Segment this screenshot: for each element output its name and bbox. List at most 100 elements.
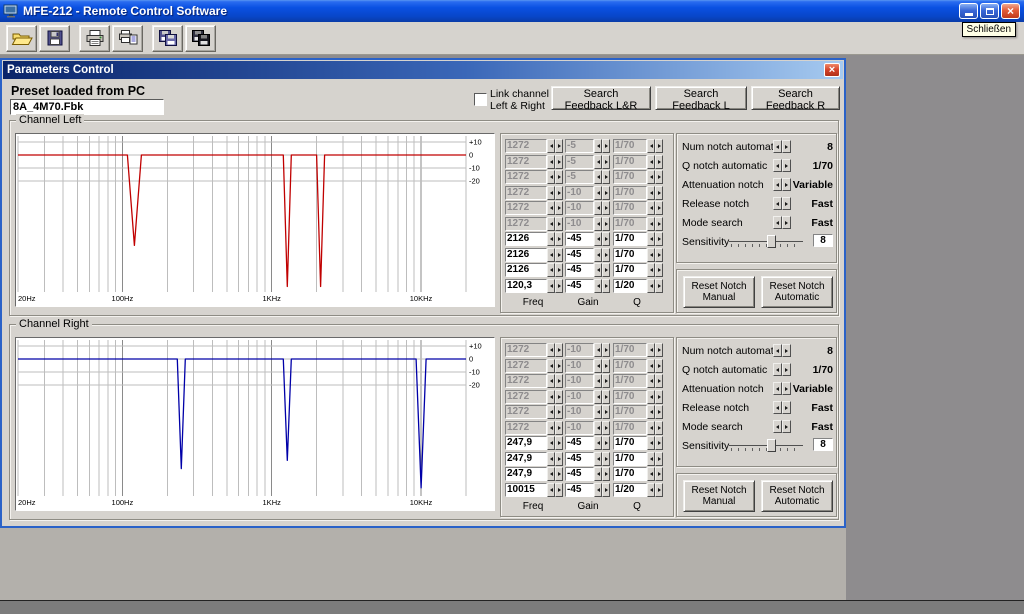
freq-field[interactable]: 1272: [505, 217, 547, 231]
q-field[interactable]: 1/70: [613, 217, 647, 231]
param-spin-up-button[interactable]: [782, 159, 791, 172]
q-field[interactable]: 1/70: [613, 436, 647, 450]
param-spin-up-button[interactable]: [782, 363, 791, 376]
q-field[interactable]: 1/70: [613, 263, 647, 277]
gain-field[interactable]: -45: [565, 436, 594, 450]
param-spin-down-button[interactable]: [773, 216, 782, 229]
freq-spin-up-button[interactable]: [555, 201, 563, 215]
freq-field[interactable]: 1272: [505, 405, 547, 419]
freq-field[interactable]: 1272: [505, 170, 547, 184]
q-spin-down-button[interactable]: [647, 436, 655, 450]
param-spin-up-button[interactable]: [782, 197, 791, 210]
param-spin-up-button[interactable]: [782, 382, 791, 395]
freq-spin-down-button[interactable]: [547, 139, 555, 153]
gain-field[interactable]: -10: [565, 421, 594, 435]
q-spin-down-button[interactable]: [647, 374, 655, 388]
param-spin-up-button[interactable]: [782, 344, 791, 357]
param-spin-down-button[interactable]: [773, 420, 782, 433]
q-field[interactable]: 1/20: [613, 279, 647, 293]
q-spin-down-button[interactable]: [647, 248, 655, 262]
freq-spin-up-button[interactable]: [555, 467, 563, 481]
param-spin-down-button[interactable]: [773, 159, 782, 172]
q-spin-down-button[interactable]: [647, 483, 655, 497]
gain-field[interactable]: -45: [565, 279, 594, 293]
q-field[interactable]: 1/70: [613, 186, 647, 200]
q-spin-up-button[interactable]: [655, 263, 663, 277]
freq-spin-up-button[interactable]: [555, 359, 563, 373]
q-spin-down-button[interactable]: [647, 170, 655, 184]
q-spin-down-button[interactable]: [647, 186, 655, 200]
q-spin-up-button[interactable]: [655, 186, 663, 200]
freq-field[interactable]: 1272: [505, 359, 547, 373]
gain-spin-down-button[interactable]: [594, 217, 602, 231]
freq-spin-down-button[interactable]: [547, 405, 555, 419]
gain-spin-down-button[interactable]: [594, 359, 602, 373]
freq-spin-down-button[interactable]: [547, 201, 555, 215]
q-field[interactable]: 1/70: [613, 248, 647, 262]
gain-field[interactable]: -5: [565, 170, 594, 184]
sensitivity-slider[interactable]: [729, 439, 803, 453]
q-spin-up-button[interactable]: [655, 483, 663, 497]
freq-field[interactable]: 10015: [505, 483, 547, 497]
q-spin-up-button[interactable]: [655, 170, 663, 184]
freq-spin-up-button[interactable]: [555, 405, 563, 419]
freq-spin-down-button[interactable]: [547, 170, 555, 184]
gain-spin-up-button[interactable]: [602, 421, 610, 435]
gain-spin-down-button[interactable]: [594, 405, 602, 419]
freq-spin-up-button[interactable]: [555, 232, 563, 246]
q-spin-down-button[interactable]: [647, 467, 655, 481]
q-spin-up-button[interactable]: [655, 467, 663, 481]
freq-field[interactable]: 1272: [505, 201, 547, 215]
freq-spin-up-button[interactable]: [555, 155, 563, 169]
q-spin-down-button[interactable]: [647, 390, 655, 404]
param-spin-down-button[interactable]: [773, 197, 782, 210]
freq-spin-up-button[interactable]: [555, 279, 563, 293]
freq-spin-down-button[interactable]: [547, 263, 555, 277]
gain-spin-down-button[interactable]: [594, 483, 602, 497]
freq-spin-down-button[interactable]: [547, 452, 555, 466]
q-spin-down-button[interactable]: [647, 217, 655, 231]
freq-spin-up-button[interactable]: [555, 452, 563, 466]
freq-field[interactable]: 1272: [505, 390, 547, 404]
reset-notch-manual-button[interactable]: Reset NotchManual: [683, 480, 755, 512]
gain-spin-down-button[interactable]: [594, 421, 602, 435]
slider-thumb[interactable]: [767, 235, 776, 248]
freq-field[interactable]: 2126: [505, 248, 547, 262]
param-spin-up-button[interactable]: [782, 178, 791, 191]
q-spin-down-button[interactable]: [647, 263, 655, 277]
freq-spin-up-button[interactable]: [555, 170, 563, 184]
q-field[interactable]: 1/70: [613, 139, 647, 153]
q-spin-up-button[interactable]: [655, 201, 663, 215]
gain-field[interactable]: -45: [565, 263, 594, 277]
gain-field[interactable]: -45: [565, 467, 594, 481]
freq-spin-down-button[interactable]: [547, 155, 555, 169]
gain-spin-up-button[interactable]: [602, 263, 610, 277]
q-spin-down-button[interactable]: [647, 232, 655, 246]
freq-spin-down-button[interactable]: [547, 436, 555, 450]
freq-spin-up-button[interactable]: [555, 186, 563, 200]
q-spin-up-button[interactable]: [655, 155, 663, 169]
freq-field[interactable]: 247,9: [505, 467, 547, 481]
q-spin-down-button[interactable]: [647, 139, 655, 153]
gain-spin-up-button[interactable]: [602, 359, 610, 373]
freq-spin-down-button[interactable]: [547, 359, 555, 373]
gain-spin-down-button[interactable]: [594, 155, 602, 169]
q-spin-down-button[interactable]: [647, 405, 655, 419]
gain-spin-up-button[interactable]: [602, 467, 610, 481]
freq-field[interactable]: 1272: [505, 139, 547, 153]
reset-notch-automatic-button[interactable]: Reset NotchAutomatic: [761, 480, 833, 512]
gain-field[interactable]: -5: [565, 139, 594, 153]
param-spin-up-button[interactable]: [782, 420, 791, 433]
freq-spin-down-button[interactable]: [547, 483, 555, 497]
q-field[interactable]: 1/70: [613, 359, 647, 373]
q-spin-down-button[interactable]: [647, 343, 655, 357]
q-spin-down-button[interactable]: [647, 279, 655, 293]
close-button[interactable]: ×: [1001, 3, 1020, 19]
freq-field[interactable]: 1272: [505, 343, 547, 357]
freq-field[interactable]: 1272: [505, 186, 547, 200]
param-spin-up-button[interactable]: [782, 216, 791, 229]
freq-field[interactable]: 247,9: [505, 452, 547, 466]
gain-spin-down-button[interactable]: [594, 139, 602, 153]
sensitivity-slider[interactable]: [729, 235, 803, 249]
gain-spin-up-button[interactable]: [602, 170, 610, 184]
